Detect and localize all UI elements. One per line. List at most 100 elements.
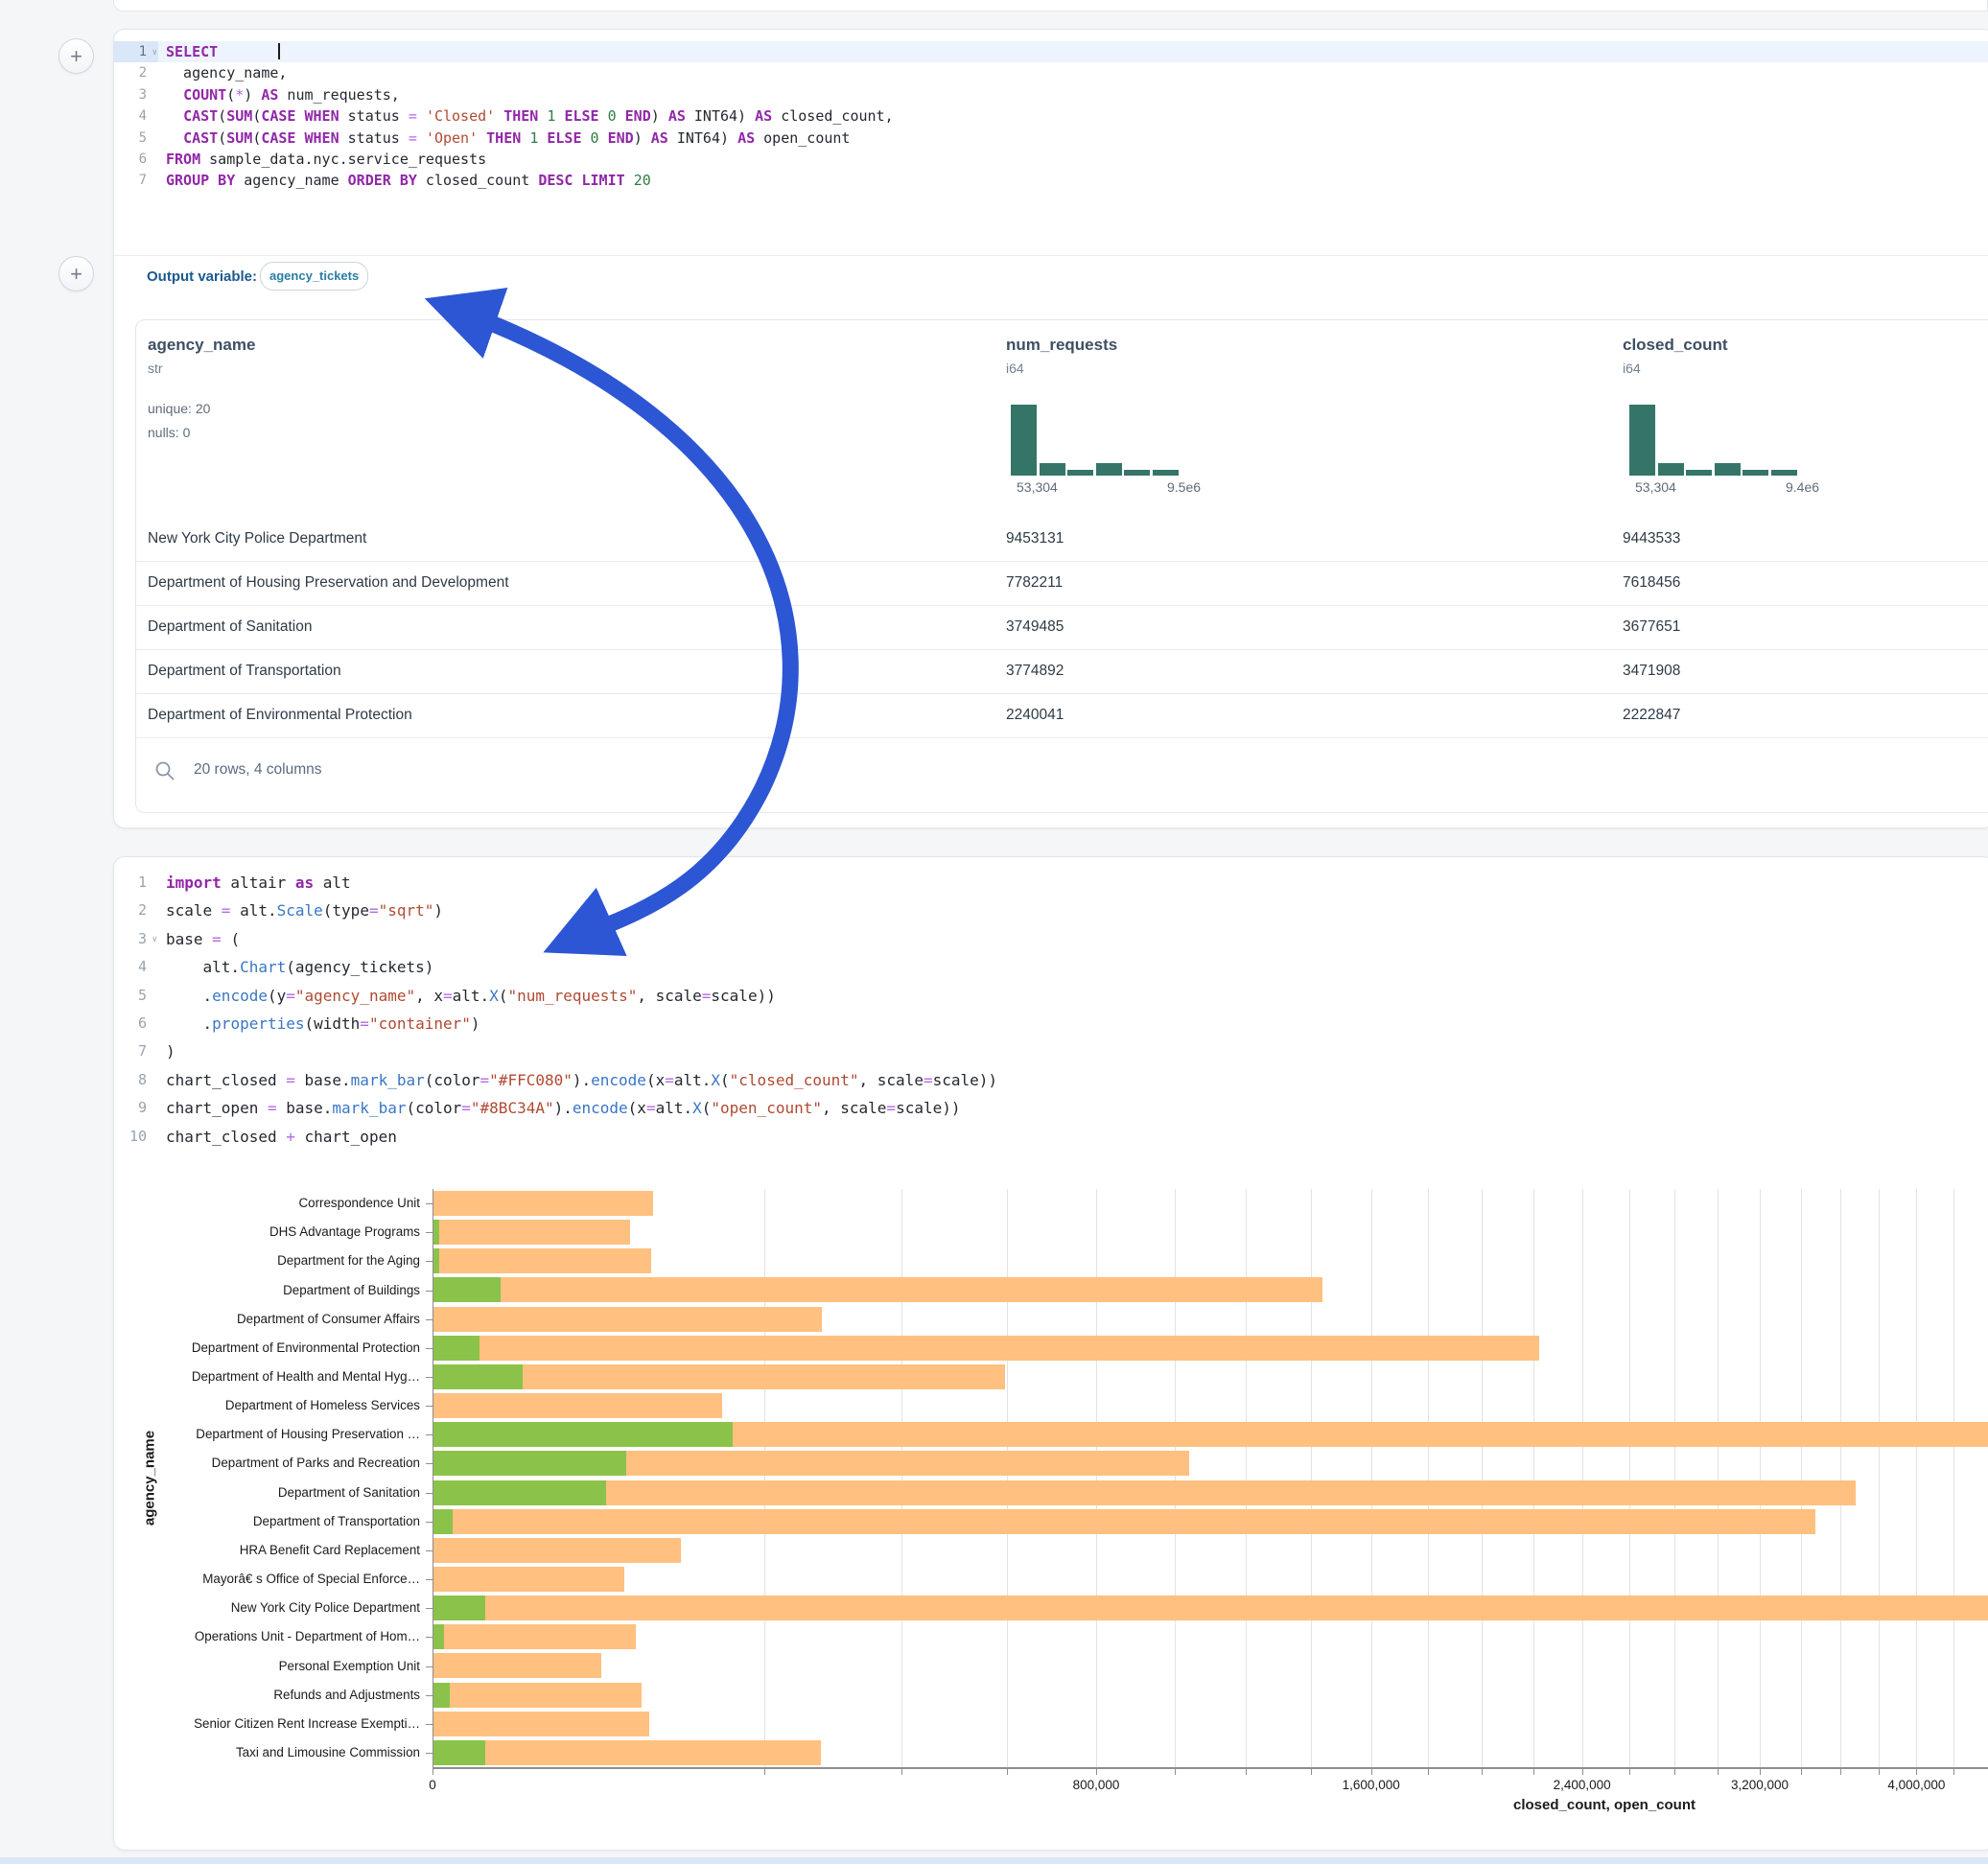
x-axis-tick [1096, 1769, 1097, 1775]
y-axis-label: Department for the Aging [0, 1253, 420, 1268]
y-axis-tick [426, 1232, 433, 1233]
table-row[interactable]: Department of Transportation377489234719… [136, 649, 1988, 694]
table-cell: 9443533 [1623, 517, 1680, 561]
histogram-bar [1124, 470, 1150, 476]
closed-count-bar [433, 1740, 821, 1765]
open-count-bar [433, 1509, 453, 1534]
gridline [901, 1189, 902, 1767]
line-number: 7 [114, 170, 158, 191]
table-row[interactable]: Department of Environmental Protection22… [136, 693, 1988, 738]
closed-count-histogram [1629, 405, 1797, 476]
histogram-bar [1040, 463, 1065, 476]
sql-editor[interactable]: 1∨SELECT 2 agency_name,3 COUNT(*) AS num… [114, 41, 1988, 192]
open-count-bar [433, 1277, 501, 1302]
code-text: agency_name, [158, 62, 287, 83]
code-line: 5 CAST(SUM(CASE WHEN status = 'Open' THE… [114, 128, 1988, 149]
column-type: str [148, 361, 163, 376]
x-axis-tick [1428, 1769, 1429, 1775]
histogram-bar [1096, 463, 1122, 476]
collapse-chevron-icon[interactable]: ∨ [152, 926, 157, 954]
gridline [1674, 1189, 1675, 1767]
open-count-bar [433, 1451, 626, 1476]
table-cell: Department of Sanitation [148, 605, 312, 649]
code-line: 7) [114, 1037, 1988, 1065]
y-axis-label: Department of Consumer Affairs [0, 1312, 420, 1326]
gridline [1582, 1189, 1583, 1767]
code-line: 3∨base = ( [114, 925, 1988, 953]
x-axis-tick [1916, 1769, 1917, 1775]
closed-count-bar [433, 1248, 651, 1273]
table-cell: 3471908 [1623, 649, 1680, 693]
line-number: 3∨ [114, 925, 158, 953]
code-line: 4 CAST(SUM(CASE WHEN status = 'Closed' T… [114, 105, 1988, 127]
closed-count-bar [433, 1567, 624, 1592]
y-axis-label: Department of Parks and Recreation [0, 1456, 420, 1470]
code-line: 2scale = alt.Scale(type="sqrt") [114, 897, 1988, 924]
column-unique-count: unique: 20 [148, 401, 210, 416]
y-axis-tick [426, 1319, 433, 1320]
table-cell: Department of Housing Preservation and D… [148, 561, 509, 605]
histogram-bar [1742, 470, 1768, 476]
table-row[interactable]: New York City Police Department945313194… [136, 517, 1988, 562]
x-axis-tick [1246, 1769, 1247, 1775]
y-axis-tick [426, 1637, 433, 1638]
collapse-chevron-icon[interactable]: ∨ [152, 42, 157, 63]
y-axis-tick [426, 1666, 433, 1667]
line-number: 6 [114, 149, 158, 170]
code-text: GROUP BY agency_name ORDER BY closed_cou… [158, 170, 651, 191]
table-row[interactable]: Department of Housing Preservation and D… [136, 561, 1988, 606]
y-axis-tick [426, 1406, 433, 1407]
y-axis-tick [426, 1522, 433, 1523]
output-variable-divider [114, 255, 1988, 256]
line-number: 10 [114, 1123, 158, 1151]
y-axis-tick [426, 1493, 433, 1494]
line-number: 9 [114, 1094, 158, 1122]
notebook-page: + + 1∨SELECT 2 agency_name,3 COUNT(*) AS… [0, 0, 1988, 1864]
next-cell-edge[interactable] [0, 1857, 1988, 1864]
y-axis-label: Department of Health and Mental Hyg… [0, 1369, 420, 1384]
table-footer: 20 rows, 4 columns [136, 737, 1988, 813]
gridline [1371, 1189, 1372, 1767]
code-text: CAST(SUM(CASE WHEN status = 'Open' THEN … [158, 128, 850, 149]
code-text: base = ( [158, 925, 240, 953]
gridline [1096, 1189, 1097, 1767]
table-cell: 9453131 [1006, 517, 1064, 561]
y-axis-label: Department of Environmental Protection [0, 1340, 420, 1355]
add-cell-button-top[interactable]: + [58, 38, 94, 74]
closed-count-bar [433, 1393, 722, 1418]
row-column-count: 20 rows, 4 columns [194, 761, 322, 779]
x-axis-title: closed_count, open_count [1513, 1797, 1696, 1813]
code-text: chart_closed + chart_open [158, 1123, 397, 1151]
code-line: 6FROM sample_data.nyc.service_requests [114, 149, 1988, 170]
gridline [1801, 1189, 1802, 1767]
output-variable-label: Output variable: [147, 268, 257, 285]
closed-count-bar [433, 1712, 649, 1736]
open-count-bar [433, 1480, 606, 1505]
search-icon[interactable] [153, 759, 176, 782]
output-variable-pill[interactable]: agency_tickets [260, 262, 368, 291]
y-axis-tick [426, 1348, 433, 1349]
y-axis-tick [426, 1695, 433, 1696]
python-editor[interactable]: 1import altair as alt2scale = alt.Scale(… [114, 869, 1988, 1151]
code-line: 9chart_open = base.mark_bar(color="#8BC3… [114, 1094, 1988, 1122]
x-axis-tick [1674, 1769, 1675, 1775]
closed-count-bar [433, 1683, 642, 1708]
histogram-bar [1715, 463, 1741, 476]
table-row[interactable]: Department of Sanitation37494853677651 [136, 605, 1988, 650]
histogram-bar [1067, 470, 1093, 476]
closed-count-bar [433, 1336, 1539, 1361]
x-axis-tick [1840, 1769, 1841, 1775]
chart-plot-area [433, 1189, 1988, 1767]
table-cell: Department of Environmental Protection [148, 693, 412, 737]
gridline [1007, 1189, 1008, 1767]
table-cell: 7782211 [1006, 561, 1063, 605]
y-axis-label: Refunds and Adjustments [0, 1688, 420, 1702]
histogram-max-label: 9.5e6 [1167, 479, 1201, 495]
line-number: 8 [114, 1066, 158, 1094]
y-axis-tick [426, 1463, 433, 1464]
x-axis-tick-label: 1,600,000 [1343, 1778, 1400, 1792]
closed-count-bar [433, 1307, 822, 1332]
open-count-bar [433, 1336, 479, 1361]
add-cell-button-output[interactable]: + [58, 256, 94, 291]
y-axis-label: Department of Housing Preservation … [0, 1427, 420, 1441]
